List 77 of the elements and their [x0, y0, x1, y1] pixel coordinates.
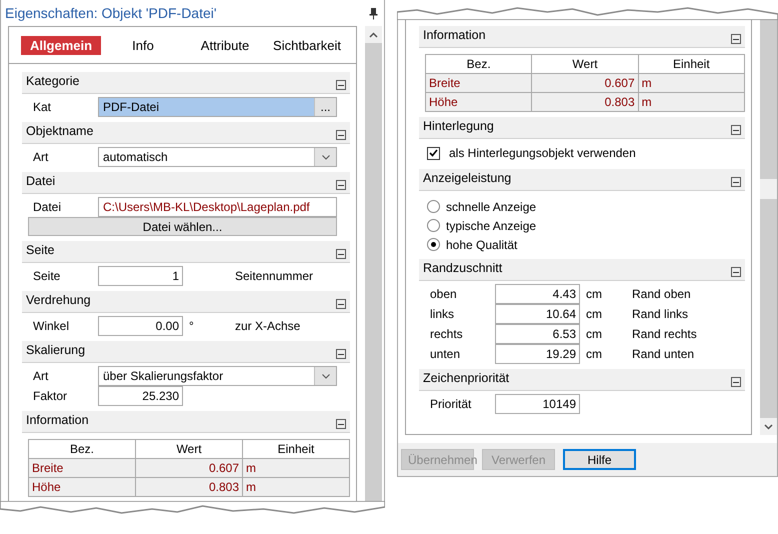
table-cell: Breite [426, 74, 532, 92]
table-cell: Höhe [28, 478, 136, 496]
table-cell: m [242, 458, 350, 478]
unit-label: cm [585, 327, 603, 341]
section-title: Information [423, 28, 486, 44]
radio-option[interactable]: schnelle Anzeige [419, 197, 745, 216]
field-label: Kat [32, 100, 52, 114]
hint-label: Seitennummer [235, 269, 314, 283]
unit-label: ° [188, 319, 195, 333]
panel-title: Eigenschaften: Objekt 'PDF-Datei' [5, 5, 217, 21]
section-title: Seite [26, 243, 54, 259]
field-label: Seite [32, 269, 62, 283]
number-field[interactable]: 6.53 [495, 324, 580, 344]
hint-label: zur X-Achse [235, 319, 300, 333]
number-field[interactable]: 0.00 [98, 316, 183, 336]
unit-label: cm [585, 347, 603, 361]
table-cell: 0.803 [532, 92, 638, 112]
field-label: Art [32, 369, 50, 383]
category-field[interactable]: PDF-Datei ... [98, 97, 337, 117]
number-field[interactable]: 19.29 [495, 344, 580, 364]
section-title: Information [26, 413, 89, 429]
table-cell: m [242, 478, 350, 496]
tab[interactable]: Attribute [185, 36, 265, 54]
footer-button[interactable]: Hilfe [563, 449, 636, 470]
column-header: Wert [136, 440, 242, 458]
section-title: Hinterlegung [423, 119, 494, 135]
unit-label: cm [585, 307, 603, 321]
number-field[interactable]: 4.43 [495, 284, 580, 304]
tab[interactable]: Allgemein [21, 36, 101, 54]
field-label: unten [429, 347, 462, 361]
table-cell: 0.607 [136, 458, 242, 478]
dropdown[interactable]: über Skalierungsfaktor [98, 366, 337, 386]
checkbox-option[interactable]: als Hinterlegungsobjekt verwenden [419, 142, 745, 164]
table-cell: Höhe [426, 92, 532, 112]
column-header: Bez. [28, 440, 136, 458]
hint-label: Rand unten [632, 347, 694, 361]
tab[interactable]: Info [103, 36, 183, 54]
section-title: Anzeigeleistung [423, 171, 512, 187]
table-cell: m [638, 74, 744, 92]
column-header: Einheit [242, 440, 350, 458]
section-title: Datei [26, 174, 56, 190]
number-field[interactable]: 10149 [495, 394, 580, 414]
section-title: Skalierung [26, 343, 86, 359]
section-title: Randzuschnitt [423, 261, 502, 277]
column-header: Einheit [638, 54, 744, 74]
column-header: Bez. [426, 54, 532, 74]
field-label: Art [32, 150, 50, 164]
radio-option[interactable]: hohe Qualität [419, 235, 745, 254]
field-label: oben [429, 287, 458, 301]
dropdown[interactable]: automatisch [98, 147, 337, 167]
field-label: Winkel [32, 319, 70, 333]
field-label: rechts [429, 327, 464, 341]
section-title: Objektname [26, 124, 94, 140]
number-field[interactable]: 10.64 [495, 304, 580, 324]
hint-label: Rand rechts [632, 327, 697, 341]
number-field[interactable]: 1 [98, 266, 183, 286]
field-label: Priorität [429, 397, 472, 411]
section-title: Verdrehung [26, 293, 91, 309]
browse-button[interactable]: ... [314, 98, 336, 116]
table-cell: 0.607 [532, 74, 638, 92]
unit-label: cm [585, 287, 603, 301]
tab[interactable]: Sichtbarkeit [267, 36, 347, 54]
section-title: Kategorie [26, 74, 80, 90]
table-cell: 0.803 [136, 478, 242, 496]
table-cell: Breite [28, 458, 136, 478]
section-title: Zeichenpriorität [423, 371, 510, 387]
radio-option[interactable]: typische Anzeige [419, 216, 745, 235]
choose-file-button[interactable]: Datei wählen... [28, 217, 337, 236]
hint-label: Rand links [632, 307, 688, 321]
table-cell: m [638, 92, 744, 112]
field-label: links [429, 307, 456, 321]
number-field[interactable]: 25.230 [98, 386, 183, 406]
hint-label: Rand oben [632, 287, 691, 301]
field-label: Datei [32, 200, 62, 214]
file-path-field[interactable]: C:\Users\MB-KL\Desktop\Lageplan.pdf [98, 197, 337, 217]
column-header: Wert [532, 54, 638, 74]
field-label: Faktor [32, 389, 68, 403]
